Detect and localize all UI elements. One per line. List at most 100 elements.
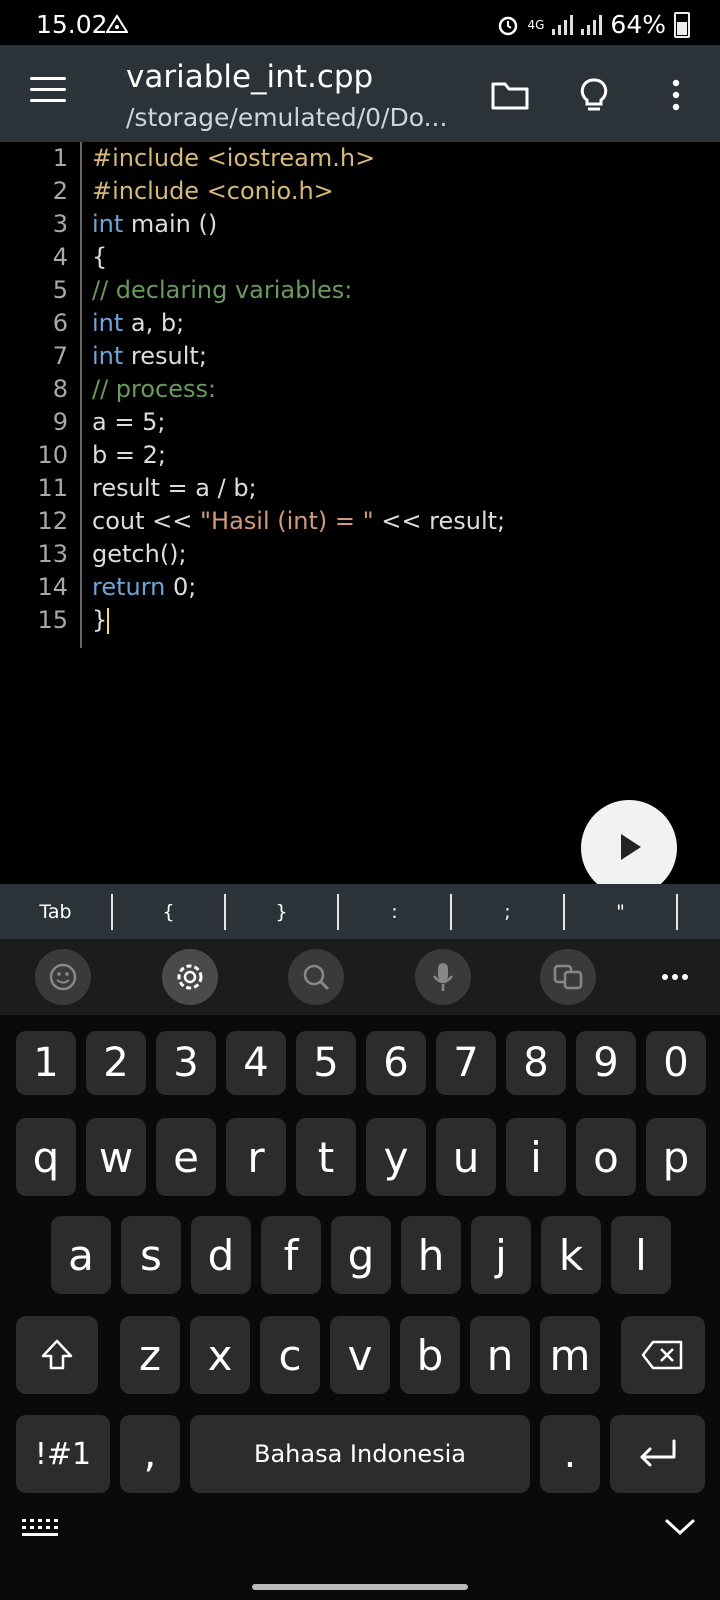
code-token: a = 5; [92,408,166,436]
mic-icon[interactable] [415,949,471,1005]
enter-key[interactable] [610,1415,705,1493]
line-number: 10 [37,441,68,469]
key-n[interactable]: n [470,1316,530,1394]
key-f[interactable]: f [261,1216,321,1294]
key-6[interactable]: 6 [366,1031,426,1095]
key-a[interactable]: a [51,1216,111,1294]
menu-icon[interactable] [30,77,66,107]
space-key[interactable]: Bahasa Indonesia [190,1415,530,1493]
key-8[interactable]: 8 [506,1031,566,1095]
key-x[interactable]: x [190,1316,250,1394]
shift-key[interactable] [16,1316,98,1394]
key-o[interactable]: o [576,1118,636,1196]
period-key[interactable]: . [540,1415,600,1493]
search-icon[interactable] [288,949,344,1005]
key-v[interactable]: v [330,1316,390,1394]
more-vert-icon[interactable] [654,73,698,117]
code-token: << result; [373,507,506,535]
symbol-key-colon[interactable]: : [339,894,452,930]
file-path: /storage/emulated/0/Do... [126,103,448,132]
key-z[interactable]: z [120,1316,180,1394]
key-5[interactable]: 5 [296,1031,356,1095]
symbols-key[interactable]: !#1 [16,1415,110,1493]
key-g[interactable]: g [331,1216,391,1294]
symbol-key-semicolon[interactable]: ; [452,894,565,930]
code-text: cout << "Hasil (int) = " << result; [92,505,505,538]
keyboard: 1 2 3 4 5 6 7 8 9 0 q w e r t y u i o p … [0,939,720,1600]
keyboard-toolbar [0,939,720,1015]
key-k[interactable]: k [541,1216,601,1294]
line-number: 14 [37,573,68,601]
folder-icon[interactable] [488,73,532,117]
code-text: b = 2; [92,439,166,472]
code-text: int main () [92,208,217,241]
key-9[interactable]: 9 [576,1031,636,1095]
battery-percent: 64% [610,10,666,39]
key-e[interactable]: e [156,1118,216,1196]
key-3[interactable]: 3 [156,1031,216,1095]
symbol-key-tab[interactable]: Tab [0,894,113,930]
line-number: 2 [52,177,68,205]
key-7[interactable]: 7 [436,1031,496,1095]
code-token: int [92,210,124,238]
text-cursor [107,608,110,634]
app-bar: variable_int.cpp /storage/emulated/0/Do.… [0,45,720,142]
code-token: return [92,573,166,601]
key-y[interactable]: y [366,1118,426,1196]
key-b[interactable]: b [400,1316,460,1394]
translate-icon[interactable] [540,949,596,1005]
key-4[interactable]: 4 [226,1031,286,1095]
key-q[interactable]: q [16,1118,76,1196]
key-m[interactable]: m [540,1316,600,1394]
run-button[interactable] [581,800,677,896]
settings-icon[interactable] [162,949,218,1005]
key-u[interactable]: u [436,1118,496,1196]
code-token: "Hasil (int) = " [199,507,374,535]
comma-key[interactable]: , [120,1415,180,1493]
key-j[interactable]: j [471,1216,531,1294]
key-1[interactable]: 1 [16,1031,76,1095]
code-text: // process: [92,373,216,406]
key-2[interactable]: 2 [86,1031,146,1095]
code-text: int a, b; [92,307,184,340]
line-number: 13 [37,540,68,568]
code-editor[interactable]: 1 #include <iostream.h> 2 #include <conio.h… [0,142,720,882]
network-type: 4G [527,17,545,32]
status-bar: 15.02 4G 64% [0,0,720,45]
code-token: // process: [92,375,217,403]
key-h[interactable]: h [401,1216,461,1294]
key-c[interactable]: c [260,1316,320,1394]
shift-icon [41,1339,73,1370]
key-l[interactable]: l [611,1216,671,1294]
code-token: // declaring variables: [92,276,353,304]
code-token: cout << [92,507,200,535]
code-text: getch(); [92,538,187,571]
line-number: 15 [37,606,68,634]
symbol-key-quote[interactable]: " [565,894,678,930]
symbol-key-close-brace[interactable]: } [226,894,339,930]
code-text: a = 5; [92,406,165,439]
hide-keyboard-icon[interactable] [664,1517,696,1541]
key-p[interactable]: p [646,1118,706,1196]
emoji-icon[interactable] [35,949,91,1005]
code-text: return 0; [92,571,196,604]
key-s[interactable]: s [121,1216,181,1294]
key-d[interactable]: d [191,1216,251,1294]
status-indicators: 4G 64% [497,10,690,39]
line-number: 7 [52,342,68,370]
symbol-key-open-brace[interactable]: { [113,894,226,930]
code-text: } [92,604,110,637]
code-token: int [92,309,124,337]
backspace-key[interactable] [621,1316,705,1394]
key-t[interactable]: t [296,1118,356,1196]
more-icon[interactable] [660,967,690,986]
key-w[interactable]: w [86,1118,146,1196]
key-0[interactable]: 0 [646,1031,706,1095]
navigation-handle[interactable] [252,1584,468,1590]
code-token: b = 2; [92,441,166,469]
key-i[interactable]: i [506,1118,566,1196]
code-token: { [92,243,108,271]
keyboard-switch-icon[interactable] [22,1517,58,1541]
key-r[interactable]: r [226,1118,286,1196]
bulb-icon[interactable] [572,73,616,117]
